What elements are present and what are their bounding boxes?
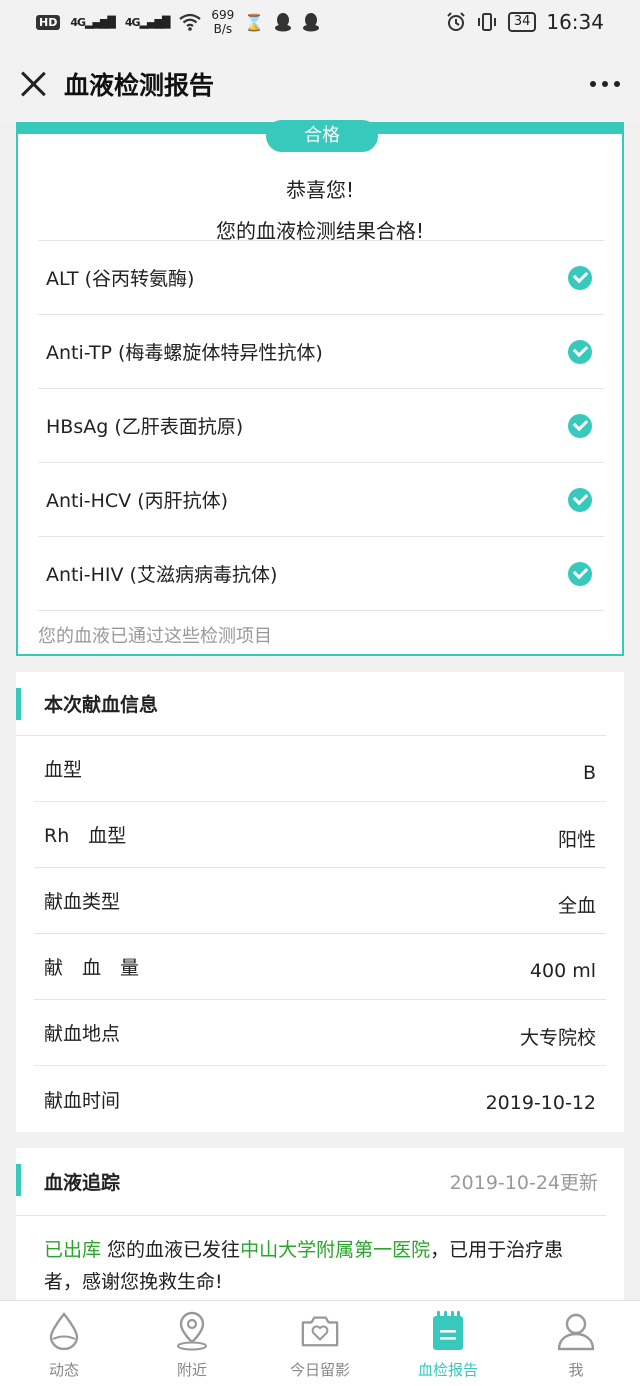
nav-label: 我 xyxy=(568,1361,584,1379)
nav-item-photo[interactable]: 今日留影 xyxy=(256,1301,384,1386)
title-bar: 血液检测报告 xyxy=(0,44,640,124)
info-row-volume: 献 血 量 400 ml xyxy=(34,934,606,1000)
info-label: Rh 血型 xyxy=(44,825,127,847)
close-icon[interactable] xyxy=(20,71,46,97)
test-item-hbsag: HBsAg (乙肝表面抗原) xyxy=(38,389,604,463)
nav-item-nearby[interactable]: 附近 xyxy=(128,1301,256,1386)
test-list: ALT (谷丙转氨酶) Anti-TP (梅毒螺旋体特异性抗体) HBsAg (… xyxy=(38,240,604,611)
nav-label: 今日留影 xyxy=(289,1361,350,1379)
test-label: Anti-HCV (丙肝抗体) xyxy=(46,490,229,512)
bottom-nav: 动态 附近 今日留影 血检报告 我 xyxy=(0,1300,640,1386)
donation-info-title: 本次献血信息 xyxy=(16,672,606,736)
info-label: 献血地点 xyxy=(44,1023,121,1045)
check-icon xyxy=(568,339,592,364)
passed-note: 您的血液已通过这些检测项目 xyxy=(38,626,272,647)
check-icon xyxy=(568,265,592,290)
info-value: 400 ml xyxy=(529,959,596,982)
tracking-text-before: 您的血液已发往 xyxy=(101,1239,241,1261)
info-row-location: 献血地点 大专院校 xyxy=(34,1000,606,1066)
hd-icon: HD xyxy=(36,14,61,30)
camera-heart-icon xyxy=(300,1311,340,1351)
hourglass-icon: ⌛ xyxy=(244,12,265,32)
info-row-date: 献血时间 2019-10-12 xyxy=(34,1066,606,1132)
tracking-hospital: 中山大学附属第一医院 xyxy=(240,1239,431,1261)
pass-badge: 合格 xyxy=(266,120,378,152)
test-item-anti-hcv: Anti-HCV (丙肝抗体) xyxy=(38,463,604,537)
person-icon xyxy=(556,1311,596,1351)
nav-item-blood-report[interactable]: 血检报告 xyxy=(384,1301,512,1386)
speed-unit: B/s xyxy=(213,22,233,36)
speed-value: 699 xyxy=(211,8,235,22)
check-icon xyxy=(568,487,592,512)
info-row-rh-type: Rh 血型 阳性 xyxy=(34,802,606,868)
info-label: 血型 xyxy=(44,759,83,781)
tracking-updated-date: 2019-10-24更新 xyxy=(449,1172,598,1194)
test-label: Anti-HIV (艾滋病病毒抗体) xyxy=(46,564,278,586)
test-item-anti-tp: Anti-TP (梅毒螺旋体特异性抗体) xyxy=(38,315,604,389)
signal-label-2: 4G xyxy=(124,15,141,29)
tracking-header: 血液追踪 2019-10-24更新 xyxy=(16,1148,606,1216)
info-label: 献 血 量 xyxy=(44,957,140,979)
nav-item-dynamic[interactable]: 动态 xyxy=(0,1301,128,1386)
vibrate-icon xyxy=(477,13,496,31)
more-options-icon[interactable] xyxy=(590,73,620,95)
status-right: 34 16:34 xyxy=(446,10,604,34)
donation-info-card: 本次献血信息 血型 B Rh 血型 阳性 献血类型 全血 献 血 量 400 m… xyxy=(16,672,624,1132)
info-value: 2019-10-12 xyxy=(485,1092,596,1114)
test-item-anti-hiv: Anti-HIV (艾滋病病毒抗体) xyxy=(38,537,604,611)
nav-label: 动态 xyxy=(48,1361,79,1379)
nav-label: 附近 xyxy=(176,1361,207,1379)
info-row-donation-type: 献血类型 全血 xyxy=(34,868,606,934)
signal-icon-2: 4G▂▄▆█ xyxy=(124,15,171,29)
qq-icon-2 xyxy=(303,13,320,32)
info-label: 献血时间 xyxy=(44,1089,121,1112)
alarm-icon xyxy=(447,12,465,31)
nav-item-me[interactable]: 我 xyxy=(512,1301,640,1386)
tracking-status: 已出库 xyxy=(44,1239,102,1261)
test-label: Anti-TP (梅毒螺旋体特异性抗体) xyxy=(46,342,323,364)
test-label: ALT (谷丙转氨酶) xyxy=(46,268,195,290)
tracking-title: 血液追踪 xyxy=(44,1172,121,1194)
drop-icon xyxy=(44,1311,84,1351)
blood-tracking-card: 血液追踪 2019-10-24更新 已出库 您的血液已发往中山大学附属第一医院，… xyxy=(16,1148,624,1308)
network-speed: 699 B/s xyxy=(211,8,234,36)
tracking-body: 已出库 您的血液已发往中山大学附属第一医院，已用于治疗患者，感谢您挽救生命! xyxy=(16,1216,624,1298)
status-bar: HD 4G▂▄▆█ 4G▂▄▆█ 699 B/s ⌛ 34 16:34 xyxy=(0,0,640,44)
report-icon xyxy=(428,1311,468,1351)
signal-label-1: 4G xyxy=(70,15,86,29)
info-value: 全血 xyxy=(557,895,596,917)
info-value: B xyxy=(582,761,596,784)
clock: 16:34 xyxy=(546,10,604,34)
check-icon xyxy=(568,561,592,586)
check-icon xyxy=(568,413,592,438)
page-title: 血液检测报告 xyxy=(64,71,215,100)
info-value: 阳性 xyxy=(557,829,596,851)
location-icon xyxy=(172,1311,212,1351)
info-label: 献血类型 xyxy=(44,891,121,913)
congrats-line-1: 恭喜您! xyxy=(285,178,355,202)
status-left: HD 4G▂▄▆█ 4G▂▄▆█ 699 B/s ⌛ xyxy=(36,8,320,36)
qq-icon xyxy=(275,13,292,32)
test-item-alt: ALT (谷丙转氨酶) xyxy=(38,241,604,315)
wifi-icon xyxy=(179,13,202,31)
signal-icon-1: 4G▂▄▆█ xyxy=(70,15,116,29)
nav-label: 血检报告 xyxy=(417,1361,478,1379)
info-row-blood-type: 血型 B xyxy=(34,736,606,802)
info-value: 大专院校 xyxy=(519,1027,596,1049)
test-label: HBsAg (乙肝表面抗原) xyxy=(46,416,244,438)
result-card: 合格 恭喜您! 您的血液检测结果合格! ALT (谷丙转氨酶) Anti-TP … xyxy=(16,120,624,656)
battery-icon: 34 xyxy=(507,12,537,32)
